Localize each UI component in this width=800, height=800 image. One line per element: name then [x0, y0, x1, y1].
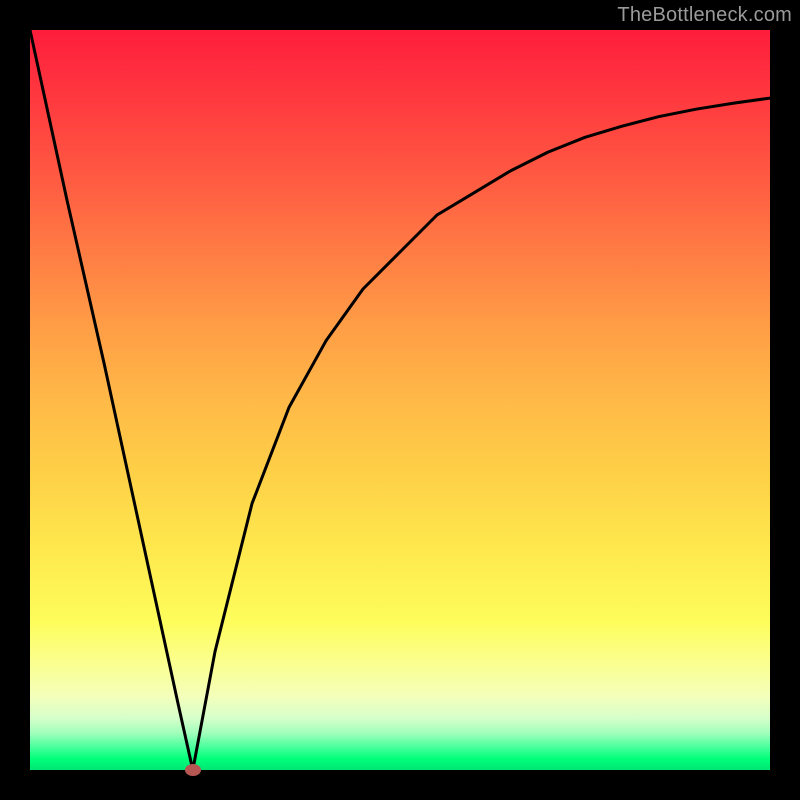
bottleneck-curve	[30, 30, 770, 770]
minimum-marker	[185, 764, 201, 776]
curve-svg	[30, 30, 770, 770]
chart-frame: TheBottleneck.com	[0, 0, 800, 800]
watermark-text: TheBottleneck.com	[617, 4, 792, 27]
plot-area	[30, 30, 770, 770]
